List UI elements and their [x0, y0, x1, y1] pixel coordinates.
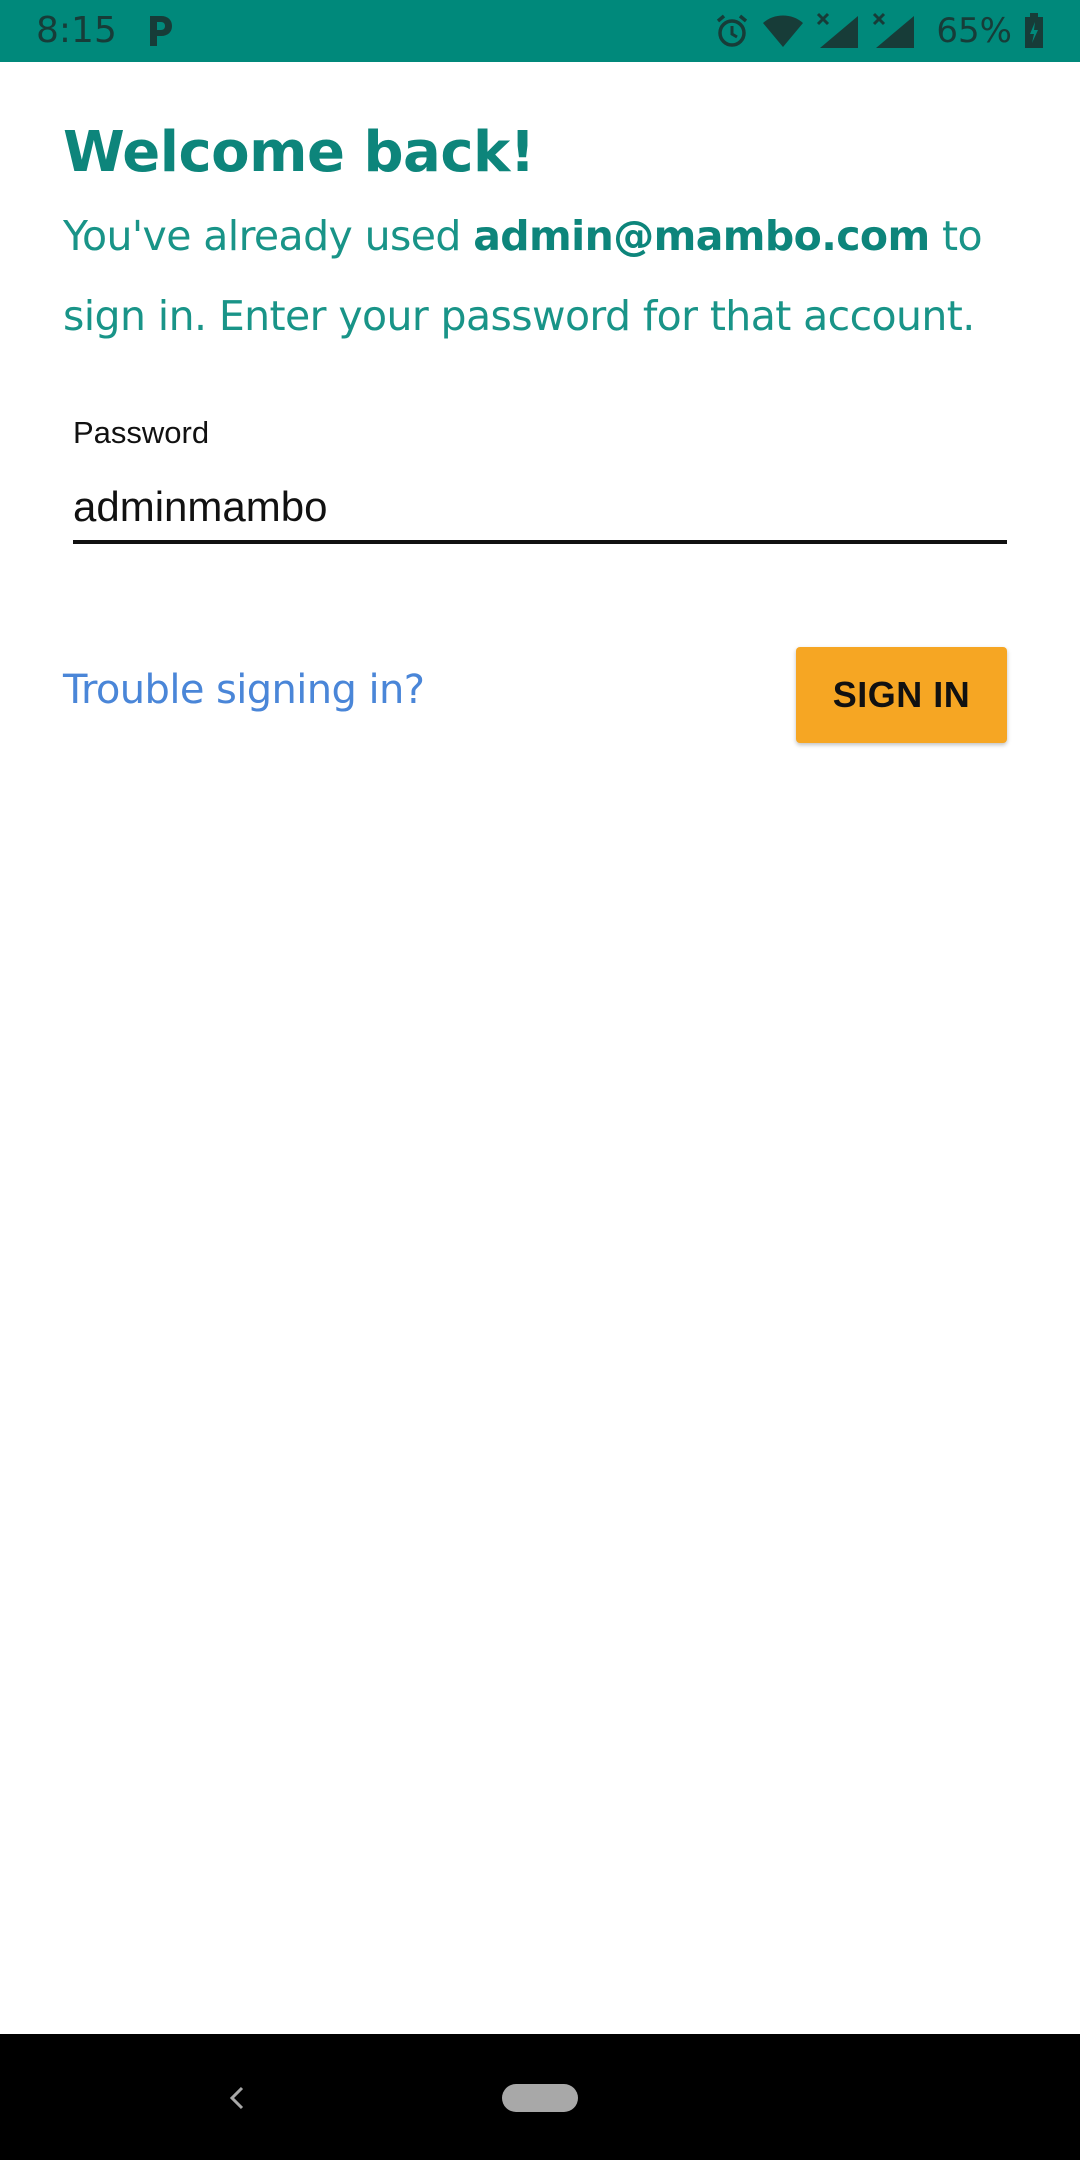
parking-p-icon: [150, 16, 172, 46]
battery-charging-icon: [1025, 13, 1043, 48]
sign-in-button[interactable]: SIGN IN: [796, 647, 1007, 743]
welcome-title: Welcome back!: [63, 120, 535, 185]
welcome-message: You've already used admin@mambo.com to s…: [63, 196, 1023, 356]
battery-percentage: 65%: [936, 11, 1012, 51]
navigation-bar: [0, 2034, 1080, 2160]
status-bar: 8:15 65%: [0, 0, 1080, 62]
wifi-icon: [763, 15, 804, 47]
trouble-signing-in-link[interactable]: Trouble signing in?: [63, 662, 425, 718]
password-input[interactable]: [73, 474, 1007, 544]
signal-no-data-icon: [873, 12, 915, 48]
welcome-message-prefix: You've already used: [63, 212, 474, 260]
status-time: 8:15: [36, 10, 117, 51]
status-icons: 65%: [702, 10, 1044, 52]
signal-no-data-icon: [817, 12, 859, 48]
home-pill-icon[interactable]: [502, 2084, 578, 2112]
back-chevron-icon[interactable]: [222, 2078, 252, 2118]
alarm-icon: [717, 14, 748, 47]
account-email: admin@mambo.com: [473, 212, 930, 260]
sign-in-screen: 8:15 65% Welcome back! You've already us…: [0, 0, 1080, 2160]
password-label: Password: [73, 415, 210, 450]
